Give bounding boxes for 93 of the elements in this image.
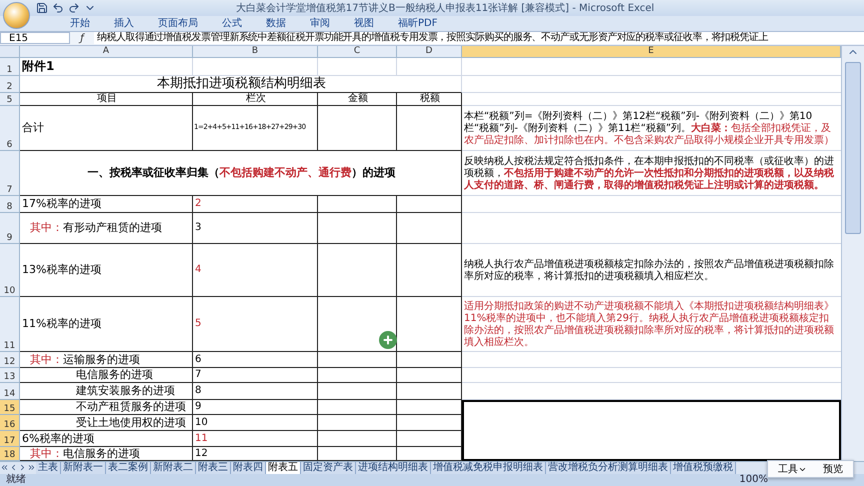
empty-cell xyxy=(397,430,462,447)
zoom-level: 100% xyxy=(739,474,768,486)
toolbar-button[interactable]: 工具 xyxy=(772,462,813,476)
function-button[interactable]: ƒ xyxy=(70,32,94,44)
row-header[interactable]: 15 xyxy=(0,400,20,415)
save-icon[interactable] xyxy=(36,2,48,14)
ribbon-tab[interactable]: 页面布局 xyxy=(146,16,210,31)
sheet-tab[interactable]: 附表三 xyxy=(196,462,231,474)
sheet-tab[interactable]: 增值税减免税申报明细表 xyxy=(431,462,546,474)
section-heading: 一、按税率或征收率归集（不包括购建不动产、通行费）的进项 xyxy=(20,150,462,196)
column-heading: 金额 xyxy=(318,92,397,106)
sheet-tab[interactable]: 新附表二 xyxy=(151,462,196,474)
sheet-tab[interactable]: 营改增税负分析测算明细表 xyxy=(546,462,671,474)
ribbon-tab[interactable]: 福昕PDF xyxy=(386,16,450,31)
window-title: 大白菜会计学堂增值税第17节讲义B一般纳税人申报表11张详解 [兼容模式] - Microsoft Excel xyxy=(234,2,656,15)
row-header[interactable]: 1 xyxy=(0,58,20,76)
column-header[interactable]: A xyxy=(20,46,193,58)
line-number-cell: 6 xyxy=(193,352,318,368)
line-number-cell: 3 xyxy=(193,212,318,244)
row-header[interactable]: 2 xyxy=(0,76,20,93)
ribbon-tab[interactable]: 开始 xyxy=(58,16,102,31)
status-text: 就绪 xyxy=(6,474,26,486)
row-header[interactable]: 11 xyxy=(0,296,20,352)
line-number-cell: 10 xyxy=(193,414,318,431)
toolbar-button[interactable]: 预览 xyxy=(817,462,849,476)
column-header[interactable]: D xyxy=(397,46,462,58)
empty-cell xyxy=(397,106,462,151)
line-number-cell: 9 xyxy=(193,400,318,415)
row-header[interactable]: 7 xyxy=(0,150,20,196)
redo-icon[interactable] xyxy=(68,2,80,14)
row-header[interactable]: 9 xyxy=(0,212,20,244)
item-cell: 建筑安装服务的进项 xyxy=(20,382,193,400)
sheet-tab[interactable]: 增值税预缴税 xyxy=(671,462,736,474)
sheet-tab[interactable]: 进项结构明细表 xyxy=(356,462,431,474)
row-header[interactable]: 10 xyxy=(0,244,20,297)
item-cell: 11%税率的进项 xyxy=(20,296,193,352)
row-header[interactable]: 16 xyxy=(0,414,20,431)
row-header[interactable]: 6 xyxy=(0,106,20,151)
scrollbar-thumb[interactable] xyxy=(845,62,861,234)
item-cell: 受让土地使用权的进项 xyxy=(20,414,193,431)
sheet-tab[interactable]: 表二案例 xyxy=(106,462,151,474)
selected-cell[interactable] xyxy=(462,400,841,461)
empty-cell xyxy=(397,244,462,297)
column-header[interactable]: B xyxy=(193,46,318,58)
empty-cell xyxy=(397,352,462,368)
line-number-cell: 11 xyxy=(193,430,318,447)
sheet-tab[interactable]: 主表 xyxy=(36,462,61,474)
row-header[interactable]: 12 xyxy=(0,352,20,368)
item-cell: 6%税率的进项 xyxy=(20,430,193,447)
column-heading: 栏次 xyxy=(193,92,318,106)
item-cell: 电信服务的进项 xyxy=(20,368,193,383)
column-heading: 项目 xyxy=(20,92,193,106)
ribbon-tab[interactable]: 数据 xyxy=(254,16,298,31)
line-number-cell: 2 xyxy=(193,196,318,213)
row-header[interactable]: 13 xyxy=(0,368,20,383)
line-number-cell: 4 xyxy=(193,244,318,297)
undo-icon[interactable] xyxy=(52,2,64,14)
row-header[interactable]: 8 xyxy=(0,196,20,213)
column-heading: 税额 xyxy=(397,92,462,106)
empty-cell xyxy=(397,382,462,400)
item-cell: 13%税率的进项 xyxy=(20,244,193,297)
row-header[interactable]: 17 xyxy=(0,430,20,447)
empty-cell xyxy=(397,212,462,244)
empty-cell xyxy=(397,414,462,431)
sheet-tab[interactable]: 新附表一 xyxy=(61,462,106,474)
row-header[interactable]: 5 xyxy=(0,92,20,106)
empty-cell xyxy=(397,296,462,352)
column-header[interactable]: C xyxy=(318,46,397,58)
line-number-cell: 5 xyxy=(193,296,318,352)
cursor-icon xyxy=(379,331,397,349)
ribbon-tab[interactable]: 公式 xyxy=(210,16,254,31)
row-header[interactable]: 18 xyxy=(0,446,20,461)
ribbon-tab[interactable]: 审阅 xyxy=(298,16,342,31)
column-header[interactable]: E xyxy=(462,46,841,58)
empty-cell xyxy=(397,58,462,76)
ribbon-tab[interactable]: 视图 xyxy=(342,16,386,31)
name-box[interactable]: E15 xyxy=(0,32,70,44)
item-cell: 其中：运输服务的进项 xyxy=(20,352,193,368)
sheet-caption: 附件1 xyxy=(20,58,193,76)
sheet-tab[interactable]: 附表五 xyxy=(266,462,301,474)
line-number-cell: 8 xyxy=(193,382,318,400)
ribbon-tab[interactable]: 插入 xyxy=(102,16,146,31)
line-number-cell: 7 xyxy=(193,368,318,383)
empty-cell xyxy=(397,368,462,383)
sheet-title: 本期抵扣进项税额结构明细表 xyxy=(20,76,462,93)
item-cell: 17%税率的进项 xyxy=(20,196,193,213)
item-cell: 不动产租赁服务的进项 xyxy=(20,400,193,415)
sheet-tab[interactable]: 固定资产表 xyxy=(301,462,356,474)
empty-cell xyxy=(397,196,462,213)
item-cell: 合计 xyxy=(20,106,193,151)
row-header[interactable]: 14 xyxy=(0,382,20,400)
sheet-tab[interactable]: 附表四 xyxy=(231,462,266,474)
item-cell: 其中：有形动产租赁的进项 xyxy=(20,212,193,244)
